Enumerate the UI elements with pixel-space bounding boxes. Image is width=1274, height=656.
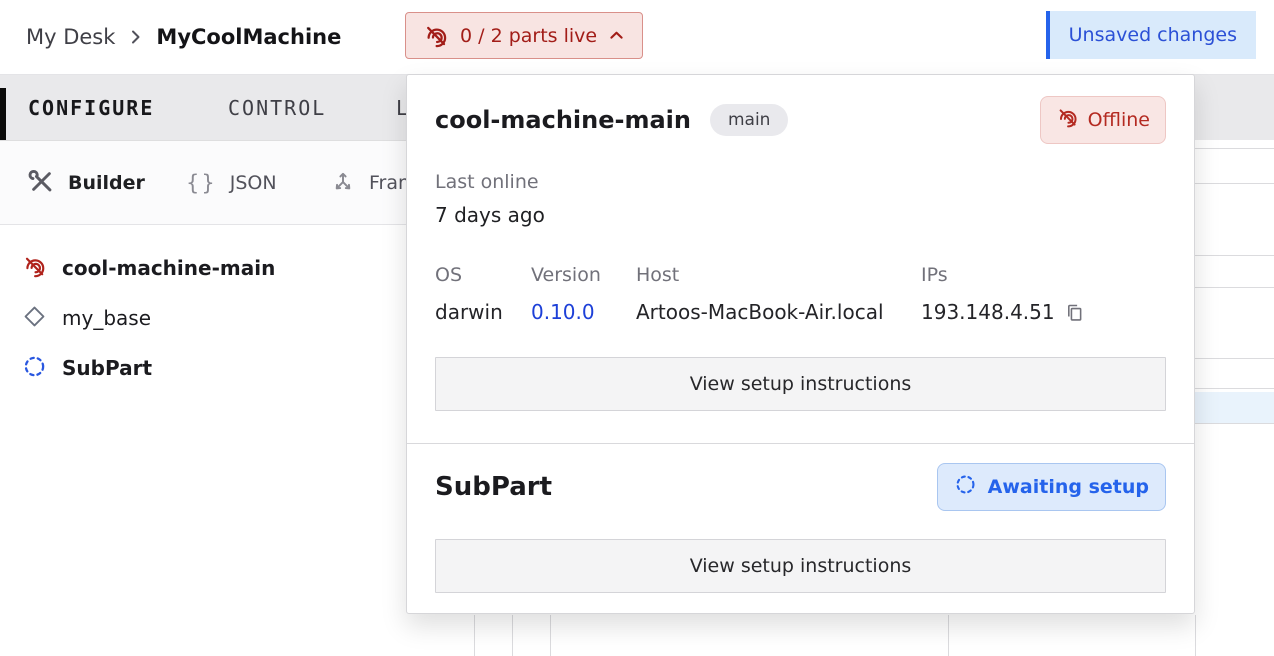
background-row-line	[1195, 183, 1274, 184]
background-row-line	[1195, 287, 1274, 288]
info-header-host: Host	[636, 264, 921, 286]
info-value-ips: 193.148.4.51	[921, 300, 1166, 324]
offline-status-label: Offline	[1088, 109, 1150, 131]
background-row-line	[1195, 148, 1274, 149]
part-info-table: OS Version Host IPs darwin 0.10.0 Artoos…	[435, 264, 1166, 324]
background-column-line	[550, 615, 551, 656]
view-setup-instructions-button-subpart[interactable]: View setup instructions	[435, 539, 1166, 593]
braces-icon: {}	[186, 171, 217, 195]
dashed-circle-icon	[954, 473, 977, 501]
subpart-name: SubPart	[435, 472, 552, 502]
info-value-host: Artoos-MacBook-Air.local	[636, 300, 921, 324]
info-header-version: Version	[531, 264, 636, 286]
background-column-line	[474, 615, 475, 656]
background-row-line	[1195, 423, 1274, 424]
tree-item-main-part[interactable]: cool-machine-main	[22, 245, 275, 291]
background-row-line	[1195, 255, 1274, 256]
left-accent-bar	[0, 88, 6, 140]
info-value-os: darwin	[435, 300, 531, 324]
main-part-name: cool-machine-main	[435, 106, 691, 134]
main-part-tag-pill: main	[710, 104, 788, 136]
tree-item-label: cool-machine-main	[62, 256, 275, 280]
breadcrumb-parent-link[interactable]: My Desk	[26, 25, 115, 49]
breadcrumb: My Desk MyCoolMachine	[26, 0, 341, 74]
background-page-fragment	[1195, 140, 1274, 656]
subpart-section: SubPart Awaiting setup View setup instru…	[407, 443, 1194, 593]
tree-item-my-base[interactable]: my_base	[22, 295, 151, 341]
awaiting-setup-label: Awaiting setup	[988, 476, 1149, 498]
parts-live-label: 0 / 2 parts live	[460, 25, 597, 47]
background-column-line	[1195, 615, 1196, 656]
offline-status-badge: Offline	[1040, 96, 1166, 144]
diamond-icon	[22, 304, 47, 333]
background-selected-row	[1195, 392, 1274, 423]
offline-icon	[423, 23, 449, 49]
tree-item-label: SubPart	[62, 356, 152, 380]
offline-icon	[22, 254, 47, 283]
offline-icon	[1056, 106, 1079, 134]
background-row-line	[1195, 388, 1274, 389]
background-column-line	[948, 615, 949, 656]
tree-item-label: my_base	[62, 306, 151, 330]
main-part-header: cool-machine-main main Offline	[435, 96, 1166, 144]
background-column-line	[512, 615, 513, 656]
tree-item-subpart[interactable]: SubPart	[22, 345, 152, 391]
tab-configure[interactable]: CONFIGURE	[28, 75, 154, 140]
last-online-value: 7 days ago	[435, 203, 1166, 227]
frame-axes-icon	[330, 168, 356, 198]
info-value-version-link[interactable]: 0.10.0	[531, 300, 636, 324]
mode-builder-button[interactable]: Builder	[28, 141, 145, 225]
info-header-os: OS	[435, 264, 531, 286]
info-header-ips: IPs	[921, 264, 1166, 286]
background-row-line	[1195, 358, 1274, 359]
awaiting-setup-badge[interactable]: Awaiting setup	[937, 463, 1166, 511]
chevron-up-icon	[608, 27, 625, 44]
top-header-bar: My Desk MyCoolMachine 0 / 2 parts live U…	[0, 0, 1274, 75]
mode-json-label: JSON	[230, 172, 277, 194]
tab-control[interactable]: CONTROL	[228, 75, 326, 140]
breadcrumb-machine-name: MyCoolMachine	[156, 25, 341, 49]
unsaved-changes-badge: Unsaved changes	[1046, 11, 1256, 59]
parts-status-dropdown-panel: cool-machine-main main Offline Last onli…	[406, 74, 1195, 614]
last-online-label: Last online	[435, 171, 1166, 193]
tools-icon	[28, 168, 55, 199]
view-setup-instructions-button-main[interactable]: View setup instructions	[435, 357, 1166, 411]
dashed-circle-icon	[22, 354, 47, 383]
subpart-header: SubPart Awaiting setup	[435, 463, 1166, 511]
parts-live-status-dropdown-button[interactable]: 0 / 2 parts live	[405, 12, 643, 59]
chevron-right-icon	[129, 27, 142, 47]
copy-icon[interactable]	[1064, 302, 1085, 323]
ip-address: 193.148.4.51	[921, 300, 1055, 324]
mode-json-button[interactable]: {} JSON	[186, 141, 277, 225]
mode-builder-label: Builder	[68, 172, 145, 194]
unsaved-changes-label: Unsaved changes	[1069, 24, 1237, 46]
